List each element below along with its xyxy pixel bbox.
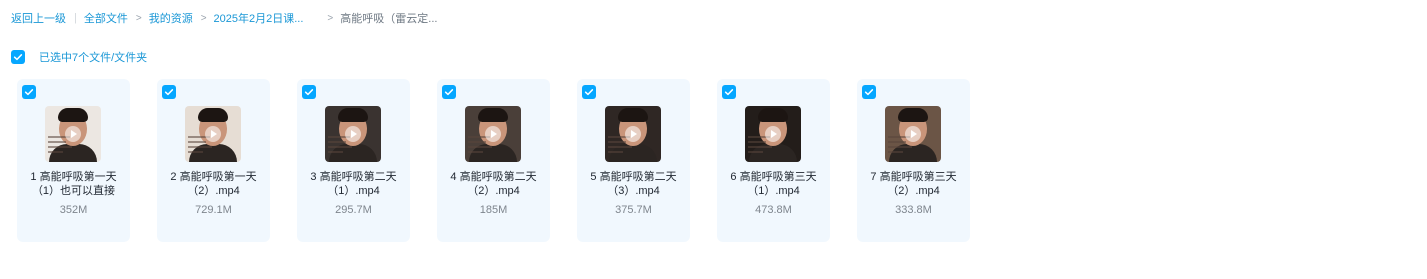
file-card[interactable]: 6 高能呼吸第三天（1）.mp4 473.8M [717, 79, 830, 242]
file-size: 729.1M [195, 204, 232, 216]
video-thumbnail-icon[interactable] [45, 106, 101, 162]
file-card[interactable]: 4 高能呼吸第二天（2）.mp4 185M [437, 79, 550, 242]
file-size: 473.8M [755, 204, 792, 216]
thumb-hair [198, 108, 228, 122]
play-icon [905, 126, 921, 142]
checkmark-icon [584, 89, 594, 96]
breadcrumb-item-all-files[interactable]: 全部文件 [84, 10, 128, 26]
breadcrumb: 返回上一级 | 全部文件 > 我的资源 > 2025年2月2日课... > 高能… [11, 10, 437, 26]
file-name[interactable]: 4 高能呼吸第二天（2）.mp4 [441, 170, 546, 198]
checkmark-icon [444, 89, 454, 96]
file-name[interactable]: 6 高能呼吸第三天（1）.mp4 [721, 170, 826, 198]
video-thumbnail-icon[interactable] [465, 106, 521, 162]
file-size: 333.8M [895, 204, 932, 216]
checkmark-icon [13, 54, 23, 61]
file-name[interactable]: 5 高能呼吸第二天（3）.mp4 [581, 170, 686, 198]
selection-count-label: 已选中7个文件/文件夹 [39, 52, 148, 64]
file-size: 375.7M [615, 204, 652, 216]
breadcrumb-divider: | [74, 12, 77, 24]
checkmark-icon [24, 89, 34, 96]
file-card[interactable]: 7 高能呼吸第三天（2）.mp4 333.8M [857, 79, 970, 242]
thumb-hair [898, 108, 928, 122]
select-all-checkbox[interactable] [11, 50, 25, 64]
file-checkbox[interactable] [582, 85, 596, 99]
file-name[interactable]: 3 高能呼吸第二天（1）.mp4 [301, 170, 406, 198]
checkmark-icon [304, 89, 314, 96]
file-card[interactable]: 3 高能呼吸第二天（1）.mp4 295.7M [297, 79, 410, 242]
play-icon [65, 126, 81, 142]
video-thumbnail-icon[interactable] [325, 106, 381, 162]
file-checkbox[interactable] [22, 85, 36, 99]
play-icon [625, 126, 641, 142]
play-icon [485, 126, 501, 142]
thumb-hair [758, 108, 788, 122]
play-icon [345, 126, 361, 142]
breadcrumb-item-current: 高能呼吸（雷云定... [340, 13, 438, 25]
checkmark-icon [724, 89, 734, 96]
select-all-row: 已选中7个文件/文件夹 [11, 50, 147, 64]
video-thumbnail-icon[interactable] [185, 106, 241, 162]
chevron-right-icon: > [135, 12, 142, 24]
file-checkbox[interactable] [442, 85, 456, 99]
file-checkbox[interactable] [862, 85, 876, 99]
video-thumbnail-icon[interactable] [745, 106, 801, 162]
file-size: 185M [479, 204, 508, 216]
file-checkbox[interactable] [162, 85, 176, 99]
breadcrumb-item-my-resources[interactable]: 我的资源 [149, 10, 193, 26]
video-thumbnail-icon[interactable] [605, 106, 661, 162]
back-link[interactable]: 返回上一级 [11, 10, 66, 26]
chevron-right-icon: > [200, 12, 207, 24]
checkmark-icon [164, 89, 174, 96]
chevron-right-icon: > [327, 12, 334, 24]
thumb-hair [618, 108, 648, 122]
file-card[interactable]: 5 高能呼吸第二天（3）.mp4 375.7M [577, 79, 690, 242]
video-thumbnail-icon[interactable] [885, 106, 941, 162]
file-checkbox[interactable] [302, 85, 316, 99]
file-grid: 1 高能呼吸第一天（1）也可以直接 352M 2 高能呼吸第一天（2）.mp4 729… [17, 79, 997, 242]
thumb-hair [338, 108, 368, 122]
file-card[interactable]: 1 高能呼吸第一天（1）也可以直接 352M [17, 79, 130, 242]
breadcrumb-item-course-folder[interactable]: 2025年2月2日课... [214, 10, 304, 26]
checkmark-icon [864, 89, 874, 96]
file-name[interactable]: 7 高能呼吸第三天（2）.mp4 [861, 170, 966, 198]
thumb-hair [58, 108, 88, 122]
file-card[interactable]: 2 高能呼吸第一天（2）.mp4 729.1M [157, 79, 270, 242]
play-icon [205, 126, 221, 142]
play-icon [765, 126, 781, 142]
thumb-hair [478, 108, 508, 122]
file-size: 352M [59, 204, 88, 216]
file-name[interactable]: 1 高能呼吸第一天（1）也可以直接 [21, 170, 126, 198]
file-name[interactable]: 2 高能呼吸第一天（2）.mp4 [161, 170, 266, 198]
file-checkbox[interactable] [722, 85, 736, 99]
file-size: 295.7M [335, 204, 372, 216]
